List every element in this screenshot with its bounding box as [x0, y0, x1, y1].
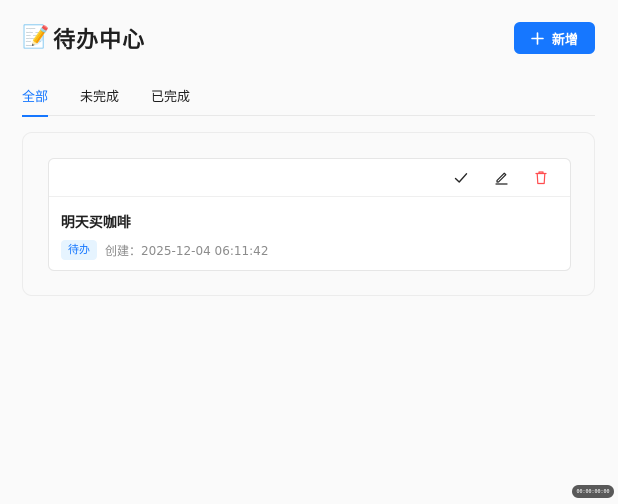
todo-actions — [49, 159, 570, 197]
add-button-label: 新增 — [551, 31, 578, 47]
todo-item: 明天买咖啡 待办 创建：2025-12-04 06:11:42 — [48, 158, 571, 271]
plus-icon — [531, 31, 544, 45]
tab-incomplete[interactable]: 未完成 — [80, 78, 119, 116]
tab-completed[interactable]: 已完成 — [151, 78, 190, 116]
timer-badge: 00:00:00:00 — [572, 485, 614, 498]
tab-all[interactable]: 全部 — [22, 78, 49, 117]
edit-icon[interactable] — [492, 169, 510, 187]
todo-list-container: 明天买咖啡 待办 创建：2025-12-04 06:11:42 — [22, 132, 595, 296]
check-icon[interactable] — [452, 169, 470, 187]
status-badge: 待办 — [61, 240, 97, 260]
delete-icon[interactable] — [532, 169, 550, 187]
todo-meta: 待办 创建：2025-12-04 06:11:42 — [61, 240, 558, 260]
created-timestamp: 创建：2025-12-04 06:11:42 — [105, 243, 269, 258]
page-header: 📝 待办中心 新增 — [22, 22, 595, 54]
filter-tabs: 全部 未完成 已完成 — [22, 78, 595, 117]
todo-body: 明天买咖啡 待办 创建：2025-12-04 06:11:42 — [49, 197, 570, 260]
page-title-text: 待办中心 — [53, 28, 146, 53]
todo-page: 📝 待办中心 新增 全部 未完成 已完成 明天买咖啡 待办 创建：2025-12… — [0, 0, 618, 504]
page-title: 📝 待办中心 — [22, 22, 145, 54]
todo-title: 明天买咖啡 — [61, 215, 131, 231]
add-button[interactable]: 新增 — [514, 22, 595, 54]
memo-icon: 📝 — [22, 25, 50, 50]
